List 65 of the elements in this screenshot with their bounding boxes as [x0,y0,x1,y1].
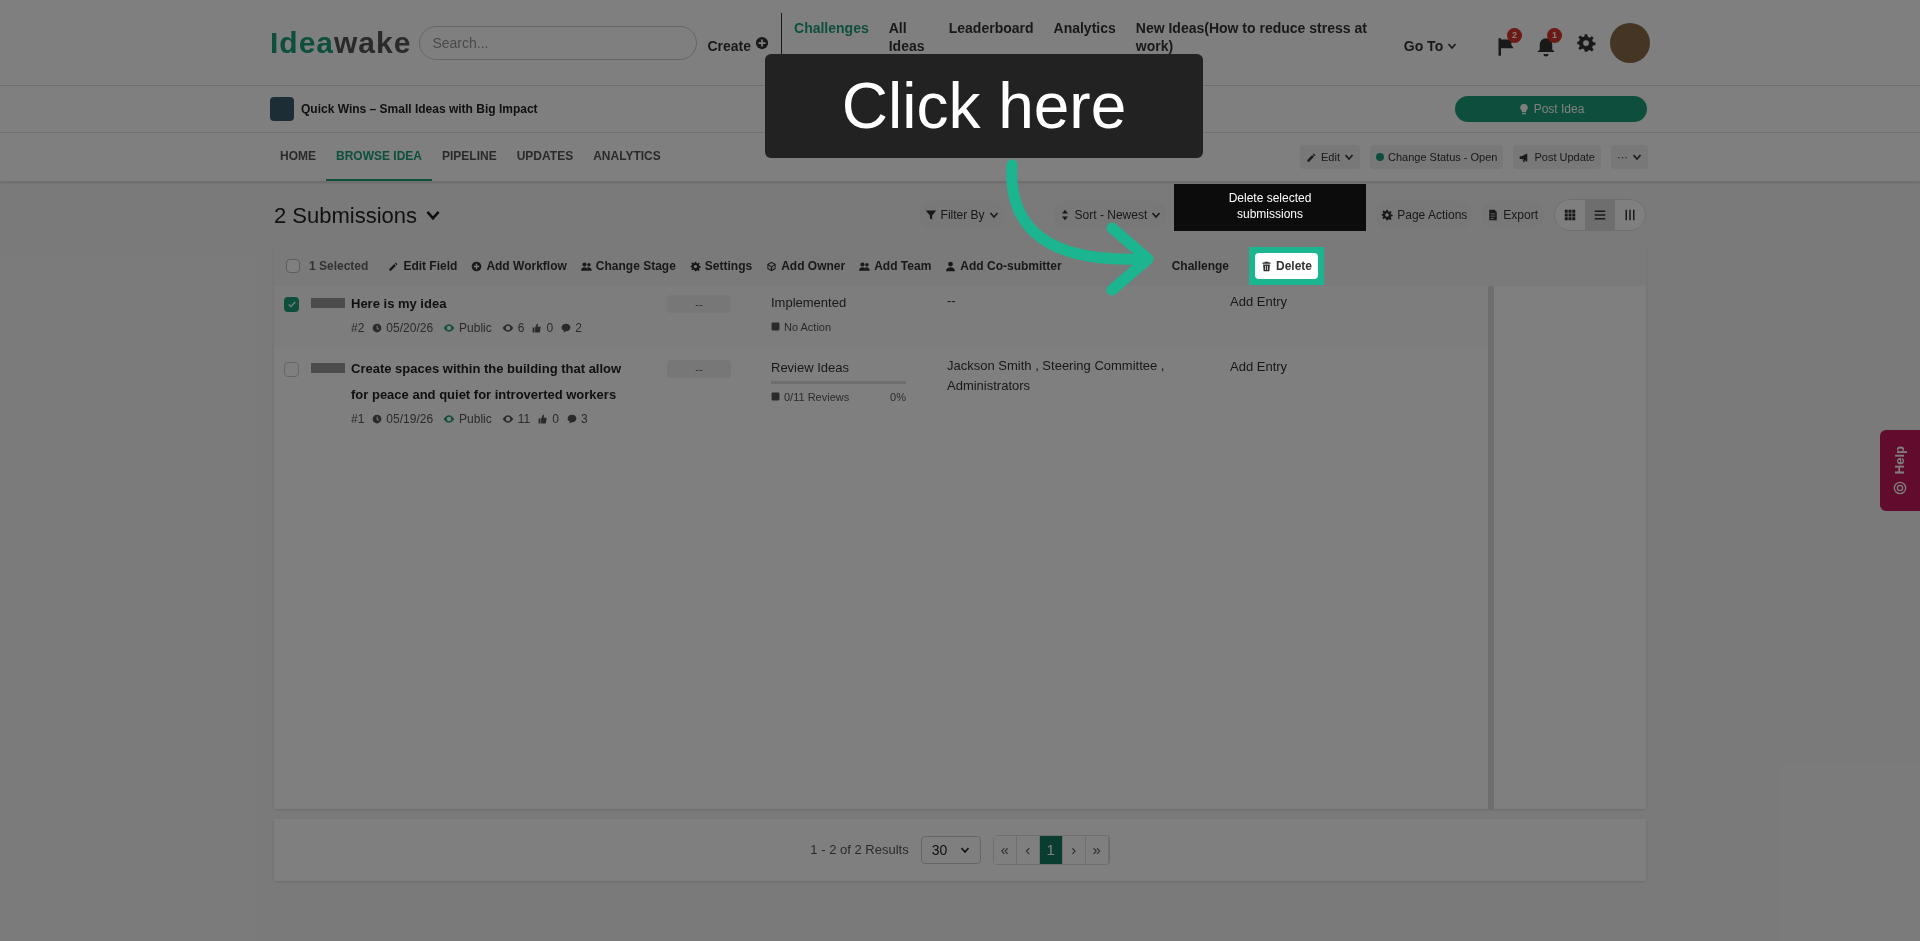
nav-link[interactable]: Leaderboard [948,12,1034,37]
logo[interactable]: Ideawake [270,27,412,58]
score-pill: -- [667,360,731,378]
like-count: 0 [552,411,559,428]
visibility-label: Public [459,320,492,337]
bulk-action-button[interactable]: Add Owner [766,253,846,279]
tab[interactable]: UPDATES [506,133,584,181]
submissions-dropdown[interactable]: 2 Submissions [274,198,442,232]
tab[interactable]: ANALYTICS [583,133,671,181]
edit-button[interactable]: Edit [1300,145,1360,169]
stage-label[interactable]: Implemented [771,293,911,313]
stage-label[interactable]: Review Ideas [771,358,911,378]
review-count: 0/11 Reviews [784,389,850,405]
idea-date: 05/20/26 [386,320,434,337]
review-percent: 0% [890,389,906,405]
results-summary: 1 - 2 of 2 Results [810,841,909,860]
page-button[interactable]: 1 [1039,836,1063,864]
nav-link[interactable]: Analytics [1053,12,1116,37]
tab[interactable]: HOME [270,133,326,181]
bulk-action-button[interactable]: Add Workflow [471,253,567,279]
bell-button[interactable]: 1 [1536,28,1562,57]
post-idea-button[interactable]: Post Idea [1455,96,1647,122]
score-pill: -- [667,295,731,313]
comment-count: 2 [575,320,582,337]
tab[interactable]: BROWSE IDEA [326,133,432,181]
assignees: Jackson Smith , Steering Committee , Administrators [947,357,1166,395]
view-count: 6 [517,320,525,337]
add-entry-link[interactable]: Add Entry [1230,292,1288,312]
bulk-action-button[interactable]: Add Co-submitter [945,253,1062,279]
idea-date: 05/19/26 [386,411,434,428]
selected-count: 1 Selected [309,258,369,275]
more-button[interactable]: ··· [1611,145,1648,169]
help-tab[interactable]: Help [1880,430,1920,511]
nav-link[interactable]: Challenges [794,12,869,37]
visibility-label: Public [459,411,492,428]
click-here-callout: Click here [765,54,1203,158]
count-badge: 1 [1547,28,1562,43]
bulk-action-button[interactable]: Challenge [1171,253,1229,279]
count-badge: 2 [1507,28,1522,43]
view-count: 11 [517,411,531,428]
assignees: -- [947,292,957,310]
bulk-action-button[interactable]: Edit Field [388,253,458,279]
status-button[interactable]: Change Status - Open [1370,145,1504,169]
nav-link[interactable]: New Ideas(How to reduce stress at work) [1135,12,1376,55]
stage-detail: No Action [784,319,832,335]
tooltip: Delete selected submissions [1174,184,1366,231]
megaphone-button[interactable]: Post Update [1513,145,1601,169]
idea-number: #2 [351,320,365,337]
nav-link[interactable]: All Ideas [888,12,929,55]
delete-button[interactable]: Delete [1249,247,1325,285]
idea-number: #1 [351,411,365,428]
idea-title[interactable]: Create spaces within the building that allow for peace and quiet for introverted workers [351,356,641,408]
bulk-action-button[interactable]: Change Stage [580,253,676,279]
add-entry-link[interactable]: Add Entry [1230,357,1288,377]
challenge-title: Quick Wins – Small Ideas with Big Impact [301,101,538,118]
bulk-action-button[interactable]: Add Team [859,253,932,279]
goto-menu[interactable]: Go To [1403,12,1458,57]
flag-button[interactable]: 2 [1496,28,1522,57]
comment-count: 3 [580,411,588,428]
like-count: 0 [546,320,554,337]
bulk-action-button[interactable]: Settings [689,253,753,279]
tab[interactable]: PIPELINE [432,133,507,181]
page-size-select[interactable]: 30 [920,836,981,864]
page-button[interactable]: « [993,836,1017,864]
idea-title[interactable]: Here is my idea [351,291,641,317]
